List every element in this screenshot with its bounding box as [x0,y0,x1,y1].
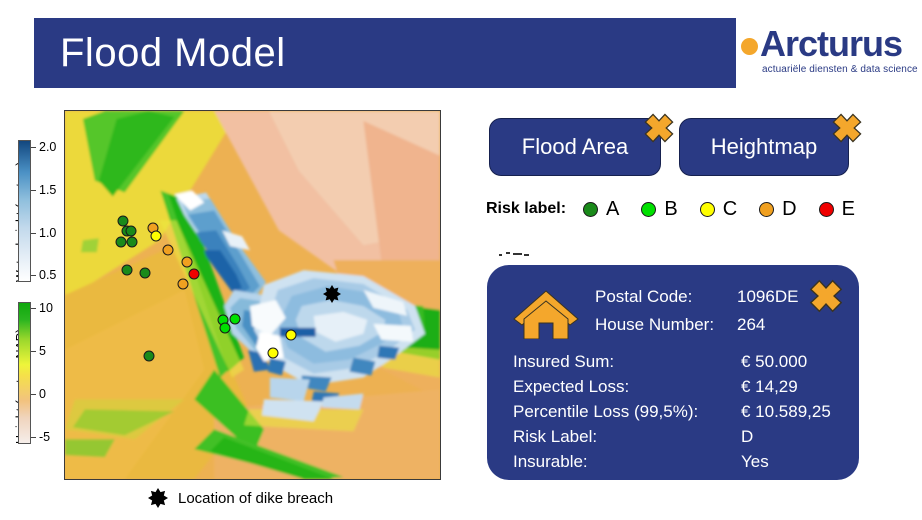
percentile-loss-row: Percentile Loss (99,5%): € 10.589,25 [513,399,831,424]
risk-letter-c: C [722,197,738,220]
percentile-loss-label: Percentile Loss (99,5%): [513,401,699,421]
risk-legend-item-d: D [759,197,797,221]
panel-artifact [497,247,531,256]
risk-point[interactable] [162,244,174,256]
postal-code-label: Postal Code: [595,287,693,306]
tick-line [31,233,36,234]
water-tick-1: 1.5 [39,183,57,197]
risk-point[interactable] [267,347,279,359]
risk-label-legend: Risk label: A B C D E [486,196,877,222]
risk-point[interactable] [285,329,297,341]
house-number-label: House Number: [595,315,715,334]
orange-dot-icon [741,38,758,55]
height-tick-3: -5 [39,430,51,444]
orange-x-icon[interactable] [807,277,845,315]
house-number-row: House Number: 264 [595,311,798,339]
tick-line [31,190,36,191]
expected-loss-row: Expected Loss: € 14,29 [513,374,831,399]
flood-area-button-label: Flood Area [521,134,629,159]
tick-line [31,147,36,148]
house-number-value: 264 [737,315,766,334]
flood-map[interactable] [64,110,441,480]
postal-code-row: Postal Code: 1096DE [595,283,798,311]
risk-point[interactable] [177,278,189,290]
height-tick-1: 5 [39,344,46,358]
insured-sum-label: Insured Sum: [513,351,615,371]
risk-point[interactable] [150,230,162,242]
logo-tagline: actuariële diensten & data science [762,64,918,75]
tick-line [31,394,36,395]
insured-sum-row: Insured Sum: € 50.000 [513,349,831,374]
risk-legend-item-e: E [818,197,855,221]
risk-point[interactable] [181,256,193,268]
expected-loss-label: Expected Loss: [513,376,630,396]
house-icon [512,287,580,340]
property-info-panel: Postal Code: 1096DE House Number: 264 In… [487,265,859,480]
risk-dot-a-icon [583,201,599,217]
risk-point[interactable] [188,268,200,280]
percentile-loss-value: € 10.589,25 [741,401,831,421]
page-title: Flood Model [60,31,286,75]
heightmap-button-label: Heightmap [710,134,818,159]
risk-point[interactable] [126,236,138,248]
insurable-row: Insurable: Yes [513,449,831,474]
map-legend-breach-label: Location of dike breach [178,489,334,507]
orange-x-icon[interactable] [642,111,676,145]
map-legend-breach: Location of dike breach [148,484,333,512]
property-metrics: Insured Sum: € 50.000 Expected Loss: € 1… [513,349,831,474]
risk-point[interactable] [143,350,155,362]
risk-legend-item-b: B [641,197,678,221]
risk-dot-b-icon [641,201,657,217]
tick-line [31,308,36,309]
expected-loss-value: € 14,29 [741,376,798,396]
risk-dot-e-icon [818,201,834,217]
heightmap-button[interactable]: Heightmap [679,113,862,176]
tick-line [31,351,36,352]
risk-legend-item-c: C [699,197,738,221]
flood-map-raster [65,111,440,479]
water-height-colorbar-gradient [18,140,31,282]
tick-line [31,437,36,438]
risk-letter-b: B [664,197,678,220]
arcturus-logo: Arcturus actuariële diensten & data scie… [738,22,918,80]
property-identity: Postal Code: 1096DE House Number: 264 [595,283,798,339]
risk-legend-item-a: A [583,198,619,221]
water-tick-2: 1.0 [39,226,57,240]
risk-label-legend-title: Risk label: [486,200,567,217]
risk-dot-c-icon [699,201,715,217]
postal-code-value: 1096DE [737,287,799,306]
risk-point[interactable] [125,225,137,237]
insurable-value: Yes [741,451,769,471]
height-tick-2: 0 [39,387,46,401]
dike-breach-star-icon [148,488,168,508]
risk-point[interactable] [139,267,151,279]
risk-point[interactable] [219,322,231,334]
risk-label-value: D [741,426,754,446]
insured-sum-value: € 50.000 [741,351,808,371]
dike-breach-star-icon [323,285,341,303]
risk-letter-a: A [606,197,620,220]
orange-x-icon[interactable] [830,111,864,145]
water-tick-3: 0.5 [39,268,57,282]
terrain-height-colorbar-gradient [18,302,31,444]
insurable-label: Insurable: [513,451,588,471]
logo-wordmark: Arcturus [760,23,903,64]
risk-label-row: Risk Label: D [513,424,831,449]
risk-point[interactable] [115,236,127,248]
risk-letter-d: D [782,197,797,220]
risk-point[interactable] [121,264,133,276]
height-tick-0: 10 [39,301,53,315]
risk-point[interactable] [229,313,241,325]
water-tick-0: 2.0 [39,140,57,154]
tick-line [31,275,36,276]
flood-area-button[interactable]: Flood Area [489,113,674,176]
risk-letter-e: E [841,197,855,220]
risk-dot-d-icon [759,201,775,217]
risk-label-label: Risk Label: [513,426,598,446]
